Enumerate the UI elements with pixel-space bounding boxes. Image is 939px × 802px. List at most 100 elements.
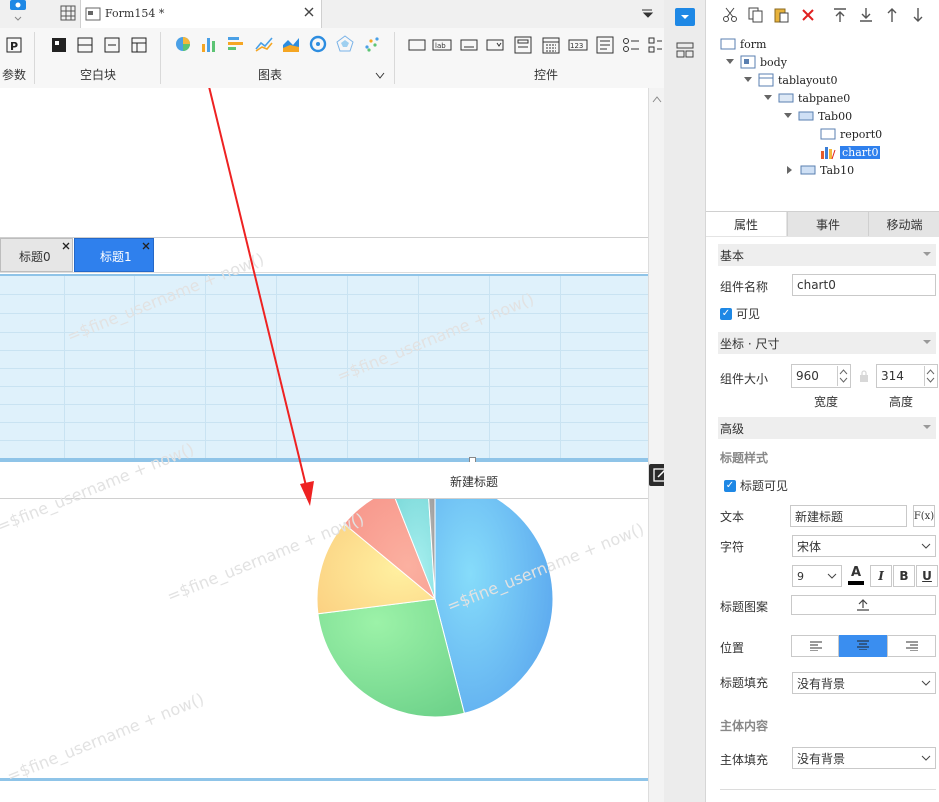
grid-view-icon[interactable] <box>60 5 76 21</box>
underline-button[interactable]: U <box>916 565 938 587</box>
formula-button[interactable]: F(x) <box>913 505 935 527</box>
tab-icon <box>798 111 814 121</box>
tree-toolbar <box>706 0 939 30</box>
checkbox-group-icon[interactable] <box>648 36 662 54</box>
collapse-arrow-icon[interactable] <box>786 166 794 174</box>
split-v-icon[interactable] <box>103 36 121 54</box>
canvas-scrollbar[interactable] <box>648 88 664 802</box>
dropdown-widget-icon[interactable] <box>675 8 695 26</box>
app-menu-icon[interactable] <box>4 0 32 26</box>
section-advanced[interactable]: 高级 <box>718 417 936 439</box>
tab-title0[interactable]: 标题0 <box>0 238 73 272</box>
section-coords[interactable]: 坐标 · 尺寸 <box>718 332 936 354</box>
horizontal-bar-icon[interactable] <box>227 35 245 53</box>
stepper-icon[interactable] <box>924 366 936 386</box>
chevron-down-icon <box>827 573 837 579</box>
italic-button[interactable]: I <box>870 565 892 587</box>
params-group-label: 参数 <box>2 68 27 82</box>
font-size-select[interactable]: 9 <box>792 565 842 587</box>
param-icon[interactable]: P <box>5 36 23 54</box>
move-bottom-icon[interactable] <box>858 7 874 26</box>
tree-node-form[interactable]: form <box>720 35 766 53</box>
tabpane-icon <box>778 93 794 103</box>
design-canvas[interactable]: 标题0 标题1 新建标题 =$fine_username + now() =$f… <box>0 88 648 802</box>
tab-events[interactable]: 事件 <box>787 212 868 236</box>
pie-chart-icon[interactable] <box>174 35 192 53</box>
panel-bottom-divider <box>720 789 936 790</box>
chevron-down-icon[interactable] <box>375 69 385 83</box>
textarea-widget-icon[interactable] <box>596 36 614 54</box>
tab-properties[interactable]: 属性 <box>706 212 786 236</box>
bar-chart-icon[interactable] <box>200 35 218 53</box>
tree-node-tab00[interactable]: Tab00 <box>784 107 852 125</box>
tree-node-report0[interactable]: report0 <box>820 125 882 143</box>
width-input[interactable]: 960 <box>791 364 851 388</box>
title-text-input[interactable]: 新建标题 <box>790 505 907 527</box>
blank-block-icon[interactable] <box>50 36 68 54</box>
close-icon[interactable] <box>141 240 151 254</box>
report-block[interactable] <box>0 274 648 462</box>
expand-arrow-icon[interactable] <box>784 112 792 120</box>
expand-arrow-icon[interactable] <box>764 94 772 102</box>
scatter-chart-icon[interactable] <box>363 35 381 53</box>
delete-icon[interactable] <box>800 7 816 26</box>
radar-chart-icon[interactable] <box>336 35 354 53</box>
file-tab[interactable]: Form154 * <box>80 0 322 28</box>
align-right-button[interactable] <box>887 635 936 657</box>
lock-icon[interactable] <box>858 369 870 386</box>
height-input[interactable]: 314 <box>876 364 938 388</box>
title-pattern-upload[interactable] <box>791 595 936 615</box>
tab-label: 标题1 <box>100 250 132 264</box>
combo-widget-icon[interactable] <box>486 36 504 54</box>
title-visible-checkbox[interactable]: ✓ 标题可见 <box>724 477 788 494</box>
section-basic[interactable]: 基本 <box>718 244 936 266</box>
body-fill-select[interactable]: 没有背景 <box>792 747 936 769</box>
text-label: 文本 <box>720 510 745 524</box>
align-left-button[interactable] <box>791 635 839 657</box>
layout-widget-icon[interactable] <box>676 42 694 61</box>
gauge-chart-icon[interactable] <box>309 35 327 53</box>
move-up-icon[interactable] <box>884 7 900 26</box>
svg-text:123: 123 <box>570 42 583 50</box>
size-label: 组件大小 <box>720 372 769 386</box>
label-widget-icon[interactable]: lab <box>432 36 452 54</box>
chevron-up-icon[interactable] <box>652 92 662 106</box>
panel-toggle-icon[interactable] <box>640 7 654 24</box>
close-icon[interactable] <box>61 240 71 254</box>
tree-node-tab10[interactable]: Tab10 <box>786 161 854 179</box>
component-name-input[interactable]: chart0 <box>792 274 936 296</box>
side-tool-strip <box>664 0 706 802</box>
stepper-icon[interactable] <box>837 366 849 386</box>
radio-group-icon[interactable] <box>622 36 640 54</box>
line-chart-icon[interactable] <box>255 35 273 53</box>
copy-icon[interactable] <box>748 7 764 26</box>
dropdown-tree-icon[interactable] <box>514 36 532 54</box>
tree-node-tabpane[interactable]: tabpane0 <box>764 89 850 107</box>
tab-mobile[interactable]: 移动端 <box>868 212 939 236</box>
area-chart-icon[interactable] <box>282 35 300 53</box>
visible-checkbox[interactable]: ✓ 可见 <box>720 305 760 322</box>
text-widget-icon[interactable] <box>408 36 426 54</box>
table-layout-icon[interactable] <box>130 36 148 54</box>
expand-arrow-icon[interactable] <box>726 58 734 66</box>
blank-group-label: 空白块 <box>80 68 117 82</box>
move-top-icon[interactable] <box>832 7 848 26</box>
move-down-icon[interactable] <box>910 7 926 26</box>
font-family-select[interactable]: 宋体 <box>792 535 936 557</box>
tree-node-body[interactable]: body <box>726 53 787 71</box>
tree-node-chart0[interactable]: chart0 <box>820 143 881 161</box>
number-widget-icon[interactable]: 123 <box>568 36 588 54</box>
bold-button[interactable]: B <box>893 565 915 587</box>
cut-icon[interactable] <box>722 7 738 26</box>
font-color-button[interactable]: A <box>846 565 866 587</box>
title-fill-select[interactable]: 没有背景 <box>792 672 936 694</box>
close-tab-icon[interactable] <box>303 6 315 21</box>
date-widget-icon[interactable] <box>542 36 560 54</box>
tree-node-tablayout[interactable]: tablayout0 <box>744 71 837 89</box>
paste-icon[interactable] <box>774 7 790 26</box>
tab-title1[interactable]: 标题1 <box>74 238 154 272</box>
button-widget-icon[interactable] <box>460 36 478 54</box>
expand-arrow-icon[interactable] <box>744 76 752 84</box>
align-center-button[interactable] <box>839 635 887 657</box>
split-h-icon[interactable] <box>76 36 94 54</box>
